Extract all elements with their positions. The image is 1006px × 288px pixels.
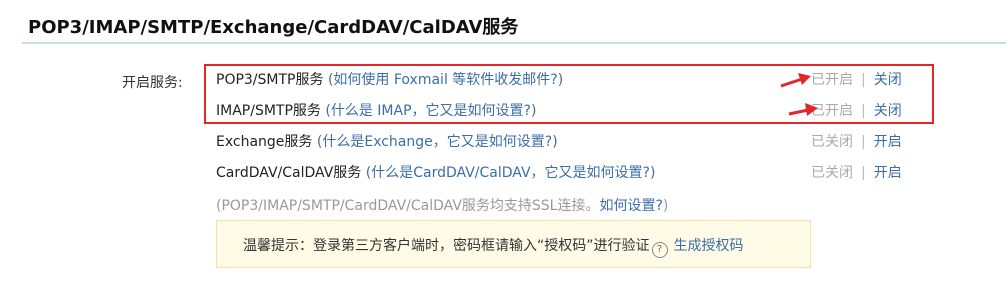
service-help-link[interactable]: 什么是Exchange，它又是如何设置? <box>322 134 552 150</box>
service-name: Exchange服务 <box>216 134 313 150</box>
open-service-button[interactable]: 开启 <box>874 165 902 181</box>
red-arrow-icon <box>788 103 818 116</box>
service-status-carddav-caldav: 已关闭 | 开启 <box>811 165 902 181</box>
open-service-button[interactable]: 开启 <box>874 134 902 150</box>
tip-box: 温馨提示：登录第三方客户端时，密码框请输入“授权码”进行验证? 生成授权码 <box>216 220 811 268</box>
enable-services-label: 开启服务: <box>122 75 183 91</box>
service-status-exchange: 已关闭 | 开启 <box>811 134 902 150</box>
tip-text: 温馨提示：登录第三方客户端时，密码框请输入“授权码”进行验证? 生成授权码 <box>243 235 744 258</box>
question-circle-icon[interactable]: ? <box>651 242 668 258</box>
red-arrow-icon <box>780 73 811 88</box>
status-state: 已关闭 <box>811 134 853 150</box>
section-title: POP3/IMAP/SMTP/Exchange/CardDAV/CalDAV服务 <box>28 17 519 38</box>
service-help-link[interactable]: 什么是CardDAV/CalDAV，它又是如何设置? <box>371 165 650 181</box>
service-name: CardDAV/CalDAV服务 <box>216 165 362 181</box>
highlight-box <box>204 64 934 124</box>
status-state: 已关闭 <box>811 165 853 181</box>
service-row-carddav-caldav: CardDAV/CalDAV服务 (什么是CardDAV/CalDAV，它又是如… <box>216 165 656 181</box>
ssl-setup-link[interactable]: 如何设置? <box>599 198 662 214</box>
generate-auth-code-link[interactable]: 生成授权码 <box>674 238 744 254</box>
ssl-note: (POP3/IMAP/SMTP/CardDAV/CalDAV服务均支持SSL连接… <box>216 198 669 214</box>
section-header: POP3/IMAP/SMTP/Exchange/CardDAV/CalDAV服务 <box>22 0 1006 44</box>
service-row-exchange: Exchange服务 (什么是Exchange，它又是如何设置?) <box>216 134 558 150</box>
